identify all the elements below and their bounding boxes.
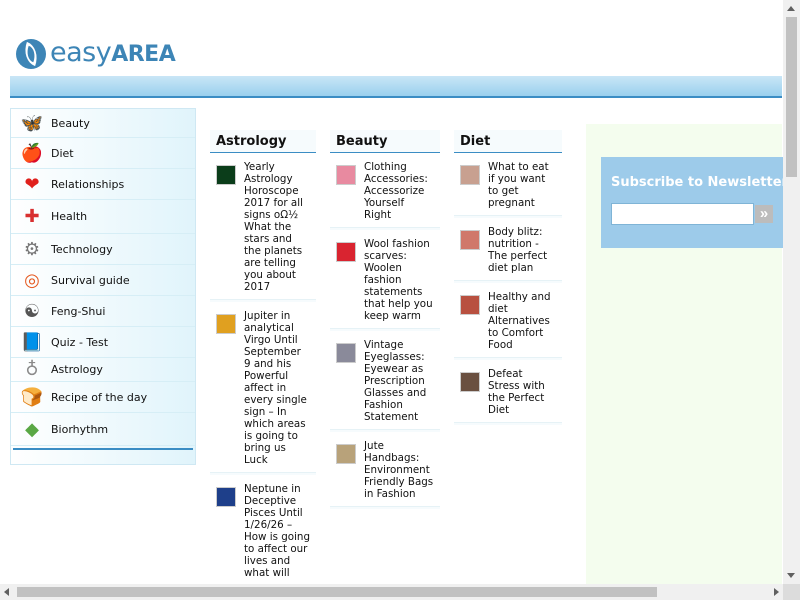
article-item[interactable]: Clothing Accessories: Accessorize Yourse…: [330, 153, 440, 228]
sidebar-item-feng-shui[interactable]: ☯ Feng-Shui: [11, 296, 195, 327]
sidebar-item-quiz-test[interactable]: 📘 Quiz - Test: [11, 327, 195, 358]
article-item[interactable]: Vintage Eyeglasses: Eyewear as Prescript…: [330, 331, 440, 430]
article-item[interactable]: Yearly Astrology Horoscope 2017 for all …: [210, 153, 316, 300]
article-item[interactable]: Jupiter in analytical Virgo Until Septem…: [210, 302, 316, 473]
scrollbar-corner: [783, 584, 800, 600]
vertical-scroll-thumb[interactable]: [786, 17, 797, 177]
article-title-link[interactable]: Vintage Eyeglasses: Eyewear as Prescript…: [364, 339, 434, 423]
sidebar-item-label: Survival guide: [51, 273, 130, 287]
sidebar-item-recipe-of-the-day[interactable]: 🍞 Recipe of the day: [11, 382, 195, 413]
bread-icon: 🍞: [20, 386, 44, 408]
scroll-left-arrow-icon[interactable]: [4, 588, 9, 596]
article-title-link[interactable]: Yearly Astrology Horoscope 2017 for all …: [244, 161, 310, 293]
sidebar-item-label: Diet: [51, 146, 74, 160]
sidebar-item-label: Beauty: [51, 116, 90, 130]
column-diet: Diet What to eat if you want to get pregn…: [454, 130, 562, 425]
newsletter-title: Subscribe to Newsletter: [611, 175, 788, 190]
article-thumbnail[interactable]: [216, 314, 236, 334]
sidebar-item-label: Technology: [51, 242, 113, 256]
apple-icon: 🍎: [20, 142, 44, 164]
article-thumbnail[interactable]: [460, 230, 480, 250]
scroll-up-arrow-icon[interactable]: [787, 6, 795, 11]
scroll-right-arrow-icon[interactable]: [774, 588, 779, 596]
heart-icon: ❤: [24, 173, 40, 195]
sidebar-item-label: Relationships: [51, 177, 125, 191]
column-title[interactable]: Diet: [454, 130, 562, 153]
sidebar-item-diet[interactable]: 🍎 Diet: [11, 138, 195, 169]
article-thumbnail[interactable]: [460, 295, 480, 315]
sidebar-item-biorhythm[interactable]: ◆ Biorhythm: [11, 413, 195, 446]
lifebuoy-icon: ◎: [24, 269, 40, 291]
article-title-link[interactable]: Neptune in Deceptive Pisces Until 1/26/2…: [244, 483, 310, 579]
article-thumbnail[interactable]: [336, 242, 356, 262]
article-thumbnail[interactable]: [336, 343, 356, 363]
butterfly-icon: 🦋: [20, 112, 44, 134]
article-item[interactable]: What to eat if you want to get pregnant: [454, 153, 562, 216]
sidebar-item-health[interactable]: ✚ Health: [11, 200, 195, 234]
column-title[interactable]: Beauty: [330, 130, 440, 153]
article-item[interactable]: Neptune in Deceptive Pisces Until 1/26/2…: [210, 475, 316, 584]
ring-planet-icon: ♁: [25, 359, 39, 380]
column-beauty: Beauty Clothing Accessories: Accessorize …: [330, 130, 440, 509]
article-thumbnail[interactable]: [460, 372, 480, 392]
first-aid-icon: ✚: [24, 206, 40, 227]
article-thumbnail[interactable]: [216, 487, 236, 507]
article-item[interactable]: Wool fashion scarves: Woolen fashion sta…: [330, 230, 440, 329]
article-thumbnail[interactable]: [336, 444, 356, 464]
article-title-link[interactable]: What to eat if you want to get pregnant: [488, 161, 556, 209]
article-thumbnail[interactable]: [216, 165, 236, 185]
sidebar-item-label: Health: [51, 210, 88, 223]
gear-icon: ⚙: [23, 238, 41, 260]
top-nav-bar: [10, 76, 782, 98]
newsletter-submit-button[interactable]: »: [755, 205, 773, 223]
article-item[interactable]: Defeat Stress with the Perfect Diet: [454, 360, 562, 423]
article-title-link[interactable]: Wool fashion scarves: Woolen fashion sta…: [364, 238, 434, 322]
column-title[interactable]: Astrology: [210, 130, 316, 153]
article-item[interactable]: Jute Handbags: Environment Friendly Bags…: [330, 432, 440, 507]
vertical-scrollbar[interactable]: [783, 0, 800, 584]
horizontal-scrollbar[interactable]: [0, 584, 783, 600]
scroll-down-arrow-icon[interactable]: [787, 573, 795, 578]
book-icon: 📘: [20, 331, 44, 353]
article-title-link[interactable]: Healthy and diet Alternatives to Comfort…: [488, 291, 556, 351]
cube-icon: ◆: [25, 418, 39, 440]
article-item[interactable]: Body blitz: nutrition - The perfect diet…: [454, 218, 562, 281]
sidebar-item-label: Quiz - Test: [51, 335, 109, 349]
leaf-logo-icon: [16, 39, 46, 69]
sidebar-item-label: Feng-Shui: [51, 304, 106, 318]
sidebar-item-survival-guide[interactable]: ◎ Survival guide: [11, 265, 195, 296]
sidebar-divider: [13, 448, 193, 450]
sidebar-item-beauty[interactable]: 🦋 Beauty: [11, 109, 195, 138]
site-logo[interactable]: easyAREA: [16, 37, 176, 70]
sidebar-item-technology[interactable]: ⚙ Technology: [11, 234, 195, 265]
column-astrology: Astrology Yearly Astrology Horoscope 2017…: [210, 130, 316, 584]
newsletter-box: Subscribe to Newsletter »: [601, 157, 788, 248]
yin-yang-icon: ☯: [23, 300, 41, 322]
article-item[interactable]: Healthy and diet Alternatives to Comfort…: [454, 283, 562, 358]
newsletter-email-input[interactable]: [611, 203, 754, 225]
article-thumbnail[interactable]: [460, 165, 480, 185]
logo-text: easyAREA: [50, 37, 176, 68]
article-title-link[interactable]: Clothing Accessories: Accessorize Yourse…: [364, 161, 434, 221]
sidebar-item-label: Biorhythm: [51, 422, 109, 436]
article-title-link[interactable]: Body blitz: nutrition - The perfect diet…: [488, 226, 556, 274]
category-sidebar: 🦋 Beauty 🍎 Diet ❤ Relationships ✚ Health ⚙ Techno…: [10, 108, 196, 465]
sidebar-item-astrology[interactable]: ♁ Astrology: [11, 358, 195, 382]
horizontal-scroll-thumb[interactable]: [17, 587, 657, 597]
sidebar-item-relationships[interactable]: ❤ Relationships: [11, 169, 195, 200]
article-thumbnail[interactable]: [336, 165, 356, 185]
article-title-link[interactable]: Jupiter in analytical Virgo Until Septem…: [244, 310, 310, 466]
article-title-link[interactable]: Defeat Stress with the Perfect Diet: [488, 368, 556, 416]
sidebar-item-label: Astrology: [51, 363, 103, 376]
article-title-link[interactable]: Jute Handbags: Environment Friendly Bags…: [364, 440, 434, 500]
sidebar-item-label: Recipe of the day: [51, 390, 148, 404]
